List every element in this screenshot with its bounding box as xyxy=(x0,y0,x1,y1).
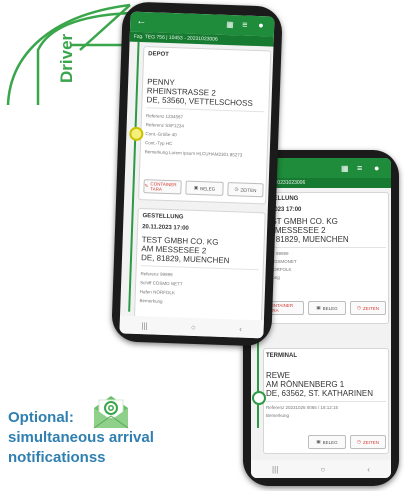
timeline-dot xyxy=(252,391,266,405)
address-line: DE, 53560, VETTELSCHOSS xyxy=(146,95,253,108)
recent-apps-icon[interactable]: ||| xyxy=(272,465,278,474)
divider xyxy=(266,247,386,248)
address-line: EST GMBH CO. KG xyxy=(266,217,338,226)
field-label: Referenz xyxy=(140,271,159,277)
field: Referenz SSF1234 xyxy=(146,122,184,128)
container-tara-button[interactable]: ✎ CONTAINER TARA xyxy=(143,179,182,195)
field-value: 40 xyxy=(171,132,177,138)
field-value: HC xyxy=(165,140,173,147)
zeiten-button[interactable]: ◷ ZEITEN xyxy=(350,301,386,315)
field: Cont.-Typ HC xyxy=(145,140,172,146)
zeiten-label: ZEITEN xyxy=(240,187,257,193)
beleg-button[interactable]: ▣ BELEG xyxy=(308,435,346,449)
address-line: AM RÖNNENBERG 1 xyxy=(266,380,345,389)
field: Hafen NORFOLK xyxy=(140,289,175,295)
android-nav-bar: ||| ○ ‹ xyxy=(251,460,391,478)
document-icon: ▣ xyxy=(316,439,321,444)
clock-icon: ◷ xyxy=(357,305,361,310)
field-value: SSF1234 xyxy=(165,122,185,129)
clock-icon: ◷ xyxy=(357,439,361,444)
divider xyxy=(266,401,386,402)
field-label: Bemerkung xyxy=(139,298,163,304)
beleg-label: BELEG xyxy=(322,439,338,445)
field-label: Referenz xyxy=(145,122,165,128)
address-line: E, 81829, MUENCHEN xyxy=(266,235,349,244)
phone-left: ← ▦ ≡ ● Fzg. TEG 756 | 10453 - 202310230… xyxy=(111,1,283,347)
document-icon: ▣ xyxy=(316,305,321,310)
back-arrow-icon[interactable]: ← xyxy=(136,16,146,27)
android-nav-bar: ||| ○ ‹ xyxy=(119,315,264,339)
gestellung-card[interactable]: STELLUNG 1.2023 17:00 EST GMBH CO. KG M … xyxy=(263,192,389,324)
field-value: Lorem ipsum HLCUHAM2301 85273 xyxy=(168,150,243,158)
field-label: Referenz xyxy=(145,113,165,119)
grid-icon: ▦ xyxy=(341,164,349,173)
filter-icon[interactable]: ≡ xyxy=(242,19,248,29)
grid-icon[interactable]: ▦ xyxy=(226,20,234,29)
depot-card[interactable]: DEPOT PENNY RHEINSTRASSE 2 DE, 53560, VE… xyxy=(138,46,272,205)
card-title: GESTELLUNG xyxy=(142,213,184,221)
field: Cont.-Größe 40 xyxy=(145,131,176,137)
home-icon[interactable]: ○ xyxy=(191,322,196,331)
terminal-card[interactable]: TERMINAL REWE AM RÖNNENBERG 1 DE, 63562,… xyxy=(263,348,389,454)
divider xyxy=(146,107,265,113)
recent-apps-icon[interactable]: ||| xyxy=(141,321,148,330)
zeiten-button[interactable]: ◷ ZEITEN xyxy=(227,182,264,198)
filter-icon[interactable]: ≡ xyxy=(357,163,362,173)
clock-icon: ◷ xyxy=(234,186,239,192)
optional-label: Optional: xyxy=(8,409,74,426)
driver-label: Driver xyxy=(57,33,76,83)
field: Bemerkung xyxy=(139,298,162,304)
back-icon[interactable]: ‹ xyxy=(239,324,242,333)
beleg-label: BELEG xyxy=(200,185,216,192)
field: Referenz 99999 xyxy=(140,271,172,277)
field-value: 1234567 xyxy=(165,113,184,120)
field-value: NORFOLK xyxy=(153,289,175,296)
card-title: TERMINAL xyxy=(266,353,297,359)
address-line: DE, 81829, MUENCHEN xyxy=(140,253,230,266)
address-line: REWE xyxy=(266,371,290,380)
field-value: 99999 xyxy=(159,271,173,278)
optional-line-2: simultaneous arrival xyxy=(8,429,154,446)
tara-label: CONTAINER TARA xyxy=(150,181,177,192)
chat-icon[interactable]: ● xyxy=(258,20,264,30)
home-icon[interactable]: ○ xyxy=(320,465,325,474)
field-label: Cont.-Größe xyxy=(145,131,171,138)
gestellung-card[interactable]: GESTELLUNG 20.11.2023 17:00 TEST GMBH CO… xyxy=(133,207,266,323)
field: Schiff COSMO NETT xyxy=(140,280,183,286)
document-icon: ▣ xyxy=(193,184,199,191)
beleg-button[interactable]: ▣ BELEG xyxy=(185,180,224,196)
zeiten-label: ZEITEN xyxy=(362,439,379,445)
field-value: COSMO NETT xyxy=(152,280,183,287)
card-title: DEPOT xyxy=(148,51,169,58)
zeiten-button[interactable]: ◷ ZEITEN xyxy=(350,435,386,449)
pencil-icon: ✎ xyxy=(144,183,149,189)
beleg-label: BELEG xyxy=(322,305,338,311)
divider xyxy=(140,265,259,271)
field: Bemerkung xyxy=(266,413,290,418)
chat-icon[interactable]: ● xyxy=(374,163,379,173)
phone-left-screen: ← ▦ ≡ ● Fzg. TEG 756 | 10453 - 202310230… xyxy=(119,11,275,339)
field: Referenz 20231026 0065 / 18:12:15 xyxy=(266,405,339,410)
beleg-button[interactable]: ▣ BELEG xyxy=(308,301,346,315)
address-line: DE, 63562, ST. KATHARINEN xyxy=(266,389,373,398)
field: Bemerkung Lorem ipsum HLCUHAM2301 85273 xyxy=(145,149,255,158)
optional-note: Optional: simultaneous arrival notificat… xyxy=(8,408,154,468)
field-label: Bemerkung xyxy=(144,149,168,155)
field-label: Schiff xyxy=(140,280,152,286)
back-icon[interactable]: ‹ xyxy=(367,465,370,474)
card-date: 20.11.2023 17:00 xyxy=(142,224,189,232)
field-label: Cont.-Typ xyxy=(144,140,165,146)
zeiten-label: ZEITEN xyxy=(362,305,379,311)
email-at-icon xyxy=(93,396,129,429)
field: Referenz 1234567 xyxy=(146,113,183,119)
optional-line-3: notificationss xyxy=(8,449,106,466)
field-label: Hafen xyxy=(139,289,152,295)
